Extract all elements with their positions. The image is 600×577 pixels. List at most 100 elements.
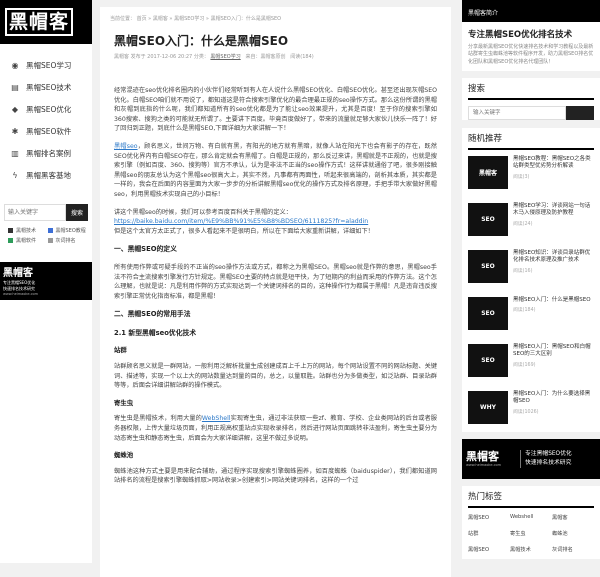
recommend-item[interactable]: SEO 黑帽SEO学习：详谈网站一句话木马入侵原理及防护教程阅读(24) <box>462 197 600 244</box>
recommend-thumbnail[interactable]: WHY <box>468 391 508 425</box>
hot-tag[interactable]: 寄生虫 <box>510 530 552 537</box>
inline-link[interactable]: 黑帽seo <box>114 143 138 150</box>
nav-item-seo-optimize[interactable]: ◆ 黑帽SEO优化 <box>0 98 92 120</box>
recommend-thumbnail[interactable]: SEO <box>468 250 508 284</box>
tag-color-square <box>8 228 13 233</box>
paragraph-text: ，顾名思义，世间万物、有白就有黑，有阳光的地方就有黑暗，就像人站在阳光下也会有影… <box>114 142 437 198</box>
hot-tag[interactable]: 灰词排名 <box>552 546 594 553</box>
item-heading: 蜘蛛池 <box>114 451 134 460</box>
recommend-item[interactable]: SEO 黑帽SEO入门：什么是黑帽SEO 阅读(184) <box>462 291 600 338</box>
section-heading: 二、黑帽SEO的常用手法 <box>114 310 191 319</box>
webshell-link[interactable]: WebShell <box>202 415 231 422</box>
tag-label: 灰词排名 <box>55 238 76 244</box>
article-container: 当前位置： 首页 » 黑帽客 » 黑帽SEO学习 » 黑帽SEO入门：什么是黑帽… <box>100 7 451 577</box>
tag-item[interactable]: 灰词排名 <box>47 237 88 244</box>
hot-tag[interactable]: 黑帽SEO <box>468 514 510 521</box>
recommend-thumbnail[interactable]: 黑帽客 <box>468 156 508 190</box>
paragraph: 站群顾名思义就是一群网站，一般利用泛解析批量生成创建成百上千上万的网站，每个网站… <box>114 363 437 390</box>
left-sidebar: 黑帽客 ◉ 黑帽SEO学习 ▤ 黑帽SEO技术 ◆ 黑帽SEO优化 ✱ 黑帽SEO软件 … <box>0 0 92 563</box>
item-heading: 寄生虫 <box>114 398 134 407</box>
recommend-title[interactable]: 黑帽SEO入门：黑帽SEO和白帽SEO的三大区别 <box>513 344 594 358</box>
paragraph: 经常混迹在seo优化排名圈内的小伙伴们经常听到有人在人说什么黑帽SEO优化、白帽… <box>114 87 437 133</box>
paragraph-text: 但是这个太官方太正式了，很多人看起来不是很明白，所以在下面给大家重新讲解，详细如… <box>114 227 374 235</box>
recommend-title[interactable]: 黑帽SEO入门：为什么要选择黑帽SEO <box>513 391 594 405</box>
recommend-title[interactable]: 黑帽SEO入门：什么是黑帽SEO <box>513 297 594 304</box>
nav-item-seo-learn[interactable]: ◉ 黑帽SEO学习 <box>0 54 92 76</box>
hot-tag[interactable]: Webshell <box>510 514 552 521</box>
recommend-heading: 随机推荐 <box>468 134 503 145</box>
recommend-item[interactable]: 黑帽客 黑帽SEO教程：黑帽SEO之各类站群类型优劣势分析解读阅读(3) <box>462 150 600 197</box>
nav-item-seo-tech[interactable]: ▤ 黑帽SEO技术 <box>0 76 92 98</box>
paragraph-text: 寄生虫是黑帽技术，利用大量的 <box>114 415 202 423</box>
tag-item[interactable]: 黑帽软件 <box>8 237 48 244</box>
recommend-item[interactable]: WHY 黑帽SEO入门：为什么要选择黑帽SEO 阅读(1026) <box>462 385 600 432</box>
search-box: 搜索 <box>462 78 600 121</box>
recommend-item[interactable]: SEO 黑帽SEO入门：黑帽SEO和白帽SEO的三大区别 阅读(169) <box>462 338 600 385</box>
intro-header: 黑帽客简介 <box>462 0 600 22</box>
recommend-views: 阅读(1026) <box>513 409 539 415</box>
nav-item-label: 黑帽SEO软件 <box>26 126 72 136</box>
intro-body: 分享最新黑帽SEO优化快速排名技术和学习教程以及最新站群寄生虫蜘蛛池等软件程序开… <box>468 44 594 65</box>
nav-item-seo-software[interactable]: ✱ 黑帽SEO软件 <box>0 120 92 142</box>
recommend-thumbnail[interactable]: SEO <box>468 344 508 378</box>
nav-item-label: 黑帽SEO优化 <box>26 104 72 114</box>
site-intro-box: 黑帽客简介 专注黑帽SEO优化排名技术 分享最新黑帽SEO优化快速排名技术和学习… <box>462 0 600 72</box>
paragraph: 讲这个黑帽seo的时候，我们可以参考百度百科关于黑帽的定义： https://ba… <box>114 208 437 237</box>
nav-item-hacker-base[interactable]: ϟ 黑帽黑客基地 <box>0 164 92 186</box>
paragraph: 蜘蛛池这种方式主要是用来配合辅助，通过程序实现搜索引擎蜘蛛圈养，如百度蜘蛛（ba… <box>114 467 437 485</box>
meta-views: 阅读(184) <box>290 54 314 60</box>
tag-item[interactable]: 黑帽技术 <box>8 227 48 234</box>
logo-text: 黑帽客 <box>5 8 74 36</box>
banner-logo-text: 黑帽客 <box>3 268 33 279</box>
chart-icon: ▥ <box>11 148 19 158</box>
section-heading: 一、黑帽SEO的定义 <box>114 245 177 254</box>
hot-tags-box: 热门标签 黑帽SEO Webshell 黑帽客 站群 寄生虫 蜘蛛池 黑帽SEO… <box>462 486 600 560</box>
page-title: 黑帽SEO入门：什么是黑帽SEO <box>114 34 289 48</box>
baike-link[interactable]: https://baike.baidu.com/item/%E9%BB%91%E… <box>114 218 368 225</box>
hot-tag[interactable]: 黑帽技术 <box>510 546 552 553</box>
right-search-button[interactable] <box>566 106 594 121</box>
banner-url: www.heimaoke.com <box>466 462 502 467</box>
left-search: 搜索 <box>4 204 88 221</box>
hot-tag[interactable]: 黑帽SEO <box>468 546 510 553</box>
recommend-title[interactable]: 黑帽SEO学习：详谈网站一句话木马入侵原理及防护教程 <box>513 203 594 217</box>
left-search-button[interactable]: 搜索 <box>66 204 88 221</box>
tag-icon: ◆ <box>11 104 19 114</box>
left-ad-banner[interactable]: 黑帽客 专注黑帽SEO优化 快速排名技术研究 www.heimaoke.com <box>0 262 92 300</box>
meta-author-date: 黑帽客 发布于 2017-12-06 20:27 分类： <box>114 54 209 60</box>
recommend-views: 阅读(24) <box>513 221 533 227</box>
paragraph-text: 讲这个黑帽seo的时候，我们可以参考百度百科关于黑帽的定义： <box>114 208 292 216</box>
nav-item-label: 黑帽排名案例 <box>26 148 71 158</box>
heading-underline <box>468 98 594 101</box>
tag-color-square <box>47 228 53 233</box>
hot-tag[interactable]: 蜘蛛池 <box>552 530 594 537</box>
breadcrumb[interactable]: 当前位置： 首页 » 黑帽客 » 黑帽SEO学习 » 黑帽SEO入门：什么是黑帽… <box>100 7 451 22</box>
recommend-views: 阅读(184) <box>513 308 536 314</box>
left-search-input[interactable] <box>4 204 66 221</box>
hot-tags-heading: 热门标签 <box>468 492 503 503</box>
bolt-icon: ϟ <box>12 170 18 180</box>
banner-line: 专注黑帽SEO优化 <box>525 451 572 458</box>
tag-label: 黑帽技术 <box>16 228 37 234</box>
meta-category-link[interactable]: 黑帽SEO学习 <box>210 54 240 60</box>
recommend-thumbnail[interactable]: SEO <box>468 203 508 237</box>
right-ad-banner[interactable]: 黑帽客 www.heimaoke.com 专注黑帽SEO优化 快速排名技术研究 <box>462 439 600 480</box>
recommend-title[interactable]: 黑帽SEO教程：黑帽SEO之各类站群类型优劣势分析解读 <box>513 156 594 170</box>
hot-tag[interactable]: 站群 <box>468 530 510 537</box>
recommend-item[interactable]: SEO 黑帽SEO知识：详谈目录站群优化排名技术原理及推广技术 阅读(16) <box>462 244 600 291</box>
tag-label: 黑帽SEO教程 <box>55 228 86 234</box>
hot-tag[interactable]: 黑帽客 <box>552 514 594 521</box>
recommend-thumbnail[interactable]: SEO <box>468 297 508 331</box>
search-heading: 搜索 <box>468 84 486 95</box>
nav-item-label: 黑帽黑客基地 <box>26 170 71 180</box>
intro-title: 专注黑帽SEO优化排名技术 <box>468 30 573 40</box>
nav-item-ranking-cases[interactable]: ▥ 黑帽排名案例 <box>0 142 92 164</box>
gear-icon: ✱ <box>11 126 19 136</box>
recommend-title[interactable]: 黑帽SEO知识：详谈目录站群优化排名技术原理及推广技术 <box>513 250 594 264</box>
tag-item[interactable]: 黑帽SEO教程 <box>47 227 88 234</box>
recommend-views: 阅读(3) <box>513 174 530 180</box>
meta-source: 来自：黑帽客原创 <box>245 54 286 60</box>
banner-logo-text: 黑帽客 <box>466 449 499 463</box>
site-logo[interactable]: 黑帽客 <box>0 0 92 44</box>
right-search-input[interactable] <box>468 106 566 121</box>
